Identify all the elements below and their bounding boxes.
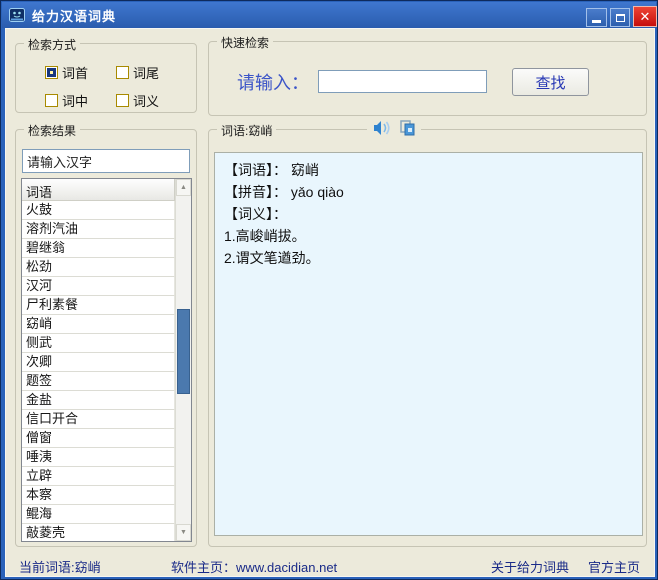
search-mode-legend: 检索方式 (24, 36, 81, 53)
speaker-icon[interactable] (373, 120, 391, 136)
definition-line: 【词语】： 窈峭 (224, 162, 319, 178)
results-legend: 检索结果 (24, 122, 81, 139)
copy-icon[interactable] (400, 120, 415, 136)
official-homepage-link[interactable]: 官方主页 (588, 557, 640, 576)
list-item[interactable]: 立辟 (22, 467, 175, 486)
close-icon: ✕ (639, 9, 651, 24)
definition-panel: 【词语】： 窈峭 【拼音】： yǎo qiào 【词义】： 1.高峻峭拔。 2.… (214, 152, 643, 536)
quick-search-input[interactable] (318, 70, 487, 93)
quick-search-legend: 快速检索 (217, 34, 274, 51)
scroll-up-icon[interactable]: ▲ (176, 179, 191, 196)
quick-search-group: 快速检索 请输入： 查找 (208, 34, 647, 116)
list-item[interactable]: 溶剂汽油 (22, 220, 175, 239)
list-item[interactable]: 火鼓 (22, 201, 175, 220)
list-item[interactable]: 唾洟 (22, 448, 175, 467)
definition-line: 【拼音】： yǎo qiào (224, 184, 344, 200)
client-area: 检索方式 词首 词尾 词中 词义 快速检索 请输入： 查找 检索结果 请输入汉字… (5, 28, 655, 577)
window-title: 给力汉语词典 (32, 8, 117, 24)
word-column-header[interactable]: 词语 (22, 179, 175, 201)
input-prompt-label: 请输入： (237, 73, 309, 93)
close-button[interactable]: ✕ (633, 6, 657, 27)
about-link[interactable]: 关于给力词典 (491, 557, 569, 576)
list-item[interactable]: 松劲 (22, 258, 175, 277)
checkbox-icon[interactable] (45, 66, 58, 79)
list-item[interactable]: 题签 (22, 372, 175, 391)
list-item[interactable]: 碧继翁 (22, 239, 175, 258)
list-item[interactable]: 汉河 (22, 277, 175, 296)
definition-line: 2.谓文笔遒劲。 (224, 250, 320, 266)
option-label: 词首 (62, 66, 89, 81)
option-label: 词尾 (133, 66, 160, 81)
definition-line: 1.高峻峭拔。 (224, 228, 306, 244)
list-item[interactable]: 金盐 (22, 391, 175, 410)
option-label: 词中 (62, 94, 89, 109)
scrollbar-thumb[interactable] (177, 309, 190, 394)
app-window: 给力汉语词典 ✕ 检索方式 词首 词尾 词中 词义 快速检索 请输入： 查找 检… (0, 0, 658, 580)
checkbox-icon[interactable] (45, 94, 58, 107)
list-item[interactable]: 敲菱壳 (22, 524, 175, 541)
definition-legend: 词语:窈峭 (217, 122, 277, 139)
list-item[interactable]: 窈峭 (22, 315, 175, 334)
status-homepage: 软件主页：www.dacidian.net (171, 560, 338, 575)
list-item[interactable]: 僧窗 (22, 429, 175, 448)
search-mode-group: 检索方式 词首 词尾 词中 词义 (15, 36, 197, 113)
checkbox-icon[interactable] (116, 66, 129, 79)
definition-group: 词语:窈峭 【词语】： 窈峭 【拼音】： yǎo qiào 【词义】： 1.高峻… (208, 120, 647, 547)
title-bar: 给力汉语词典 ✕ (2, 2, 657, 28)
maximize-icon (615, 13, 625, 22)
list-item[interactable]: 次卿 (22, 353, 175, 372)
search-mode-option[interactable]: 词首 (45, 63, 116, 82)
search-mode-option[interactable]: 词义 (116, 91, 159, 110)
minimize-icon (592, 20, 601, 23)
maximize-button[interactable] (610, 8, 630, 27)
find-button[interactable]: 查找 (512, 68, 589, 96)
definition-line: 【词义】： (224, 206, 287, 222)
word-list: 词语 火鼓 溶剂汽油 碧继翁 松劲 汉河 尸利素餐 窈峭 侧武 次卿 题签 金盐… (21, 178, 192, 542)
search-mode-option[interactable]: 词尾 (116, 63, 159, 82)
list-item[interactable]: 尸利素餐 (22, 296, 175, 315)
search-mode-options: 词首 词尾 词中 词义 (45, 63, 159, 110)
list-scrollbar[interactable]: ▲ ▼ (175, 179, 191, 541)
definition-toolbar (367, 120, 421, 136)
results-group: 检索结果 词语 火鼓 溶剂汽油 碧继翁 松劲 汉河 (15, 122, 197, 547)
app-icon (9, 7, 25, 22)
checkbox-icon[interactable] (116, 94, 129, 107)
list-item[interactable]: 侧武 (22, 334, 175, 353)
list-item[interactable]: 信口开合 (22, 410, 175, 429)
hanzi-filter-input[interactable] (22, 149, 190, 173)
search-mode-option[interactable]: 词中 (45, 91, 116, 110)
option-label: 词义 (133, 94, 160, 109)
list-item[interactable]: 鲲海 (22, 505, 175, 524)
word-list-rows: 词语 火鼓 溶剂汽油 碧继翁 松劲 汉河 尸利素餐 窈峭 侧武 次卿 题签 金盐… (22, 179, 175, 541)
status-current-word: 当前词语:窈峭 (19, 560, 101, 575)
list-item[interactable]: 本察 (22, 486, 175, 505)
minimize-button[interactable] (586, 8, 607, 27)
scroll-down-icon[interactable]: ▼ (176, 524, 191, 541)
